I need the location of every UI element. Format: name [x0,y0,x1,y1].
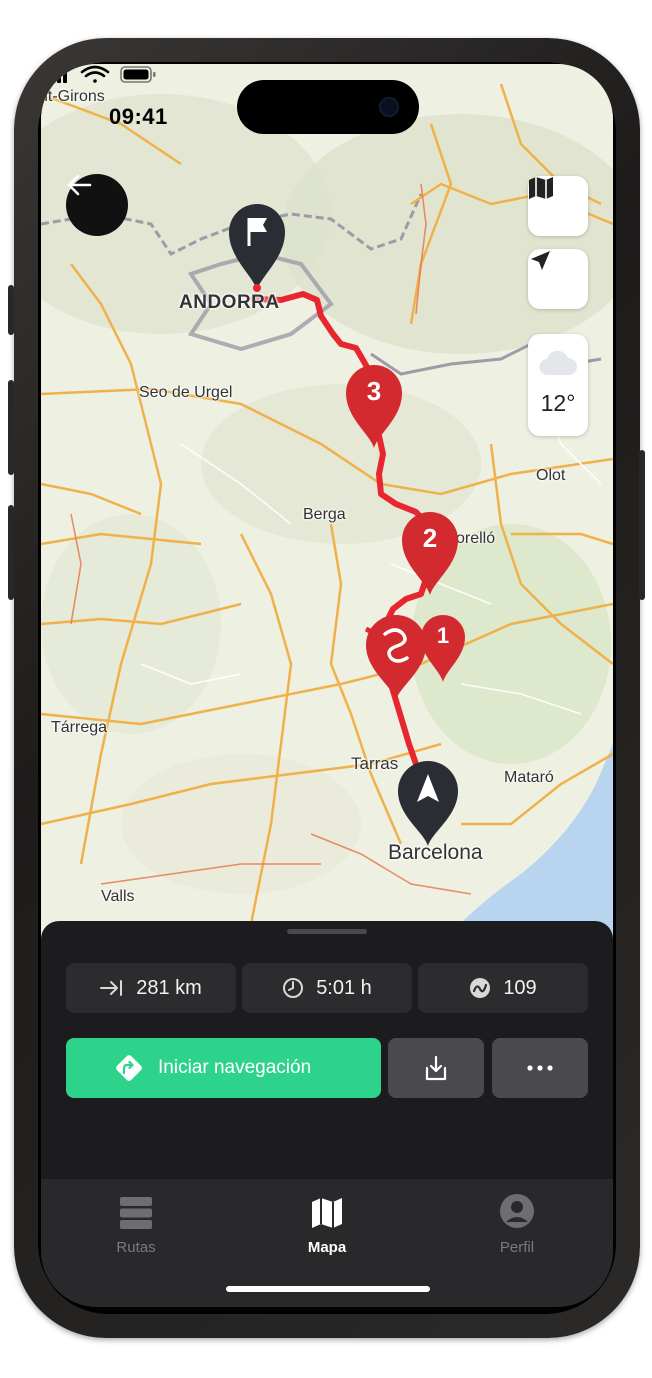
dynamic-island [237,80,419,134]
tab-perfil[interactable]: Perfil [457,1189,577,1256]
waypoint-marker-2[interactable]: 2 [399,509,461,597]
recenter-location-button[interactable] [528,249,588,309]
map-label-valls: Valls [101,888,135,905]
waypoint-marker-3[interactable]: 3 [343,362,405,450]
curvy-section-marker[interactable] [363,612,429,702]
sheet-grabber[interactable] [287,929,367,934]
map-label-andorra: ANDORRA [179,292,280,313]
clock-icon [283,978,304,998]
app-screen: nt-Girons ANDORRA Seo de Urgel Olot Berg… [41,64,613,1307]
map-icon [529,177,553,199]
cloud-icon [539,350,578,376]
status-icons [45,65,156,83]
location-arrow-icon [531,251,550,270]
map-label-tarrega: Tárrega [51,719,108,736]
map-view[interactable]: nt-Girons ANDORRA Seo de Urgel Olot Berg… [41,64,613,944]
power-button [639,450,645,600]
volume-up-button [8,380,14,475]
routes-list-icon [120,1197,152,1229]
battery-icon [120,66,156,83]
distance-icon [100,980,123,996]
map-label-tarrasa: Tarras [351,754,399,773]
stat-distance-value: 281 km [136,976,202,999]
tab-rutas[interactable]: Rutas [76,1189,196,1256]
curvy-road-icon [366,615,426,700]
tab-rutas-label: Rutas [116,1239,156,1256]
more-icon [527,1065,553,1071]
map-label-mataro: Mataró [504,769,554,786]
download-button[interactable] [388,1038,484,1098]
stat-curviness-value: 109 [503,976,537,999]
stat-duration: 5:01 h [242,963,412,1013]
cellular-signal-icon [45,66,67,83]
stat-distance: 281 km [66,963,236,1013]
home-indicator[interactable] [226,1286,430,1292]
map-label-torello: orelló [456,530,496,547]
destination-marker[interactable] [225,200,289,292]
directions-icon [116,1055,142,1081]
waypoint-number-3: 3 [366,376,382,406]
tab-mapa-label: Mapa [307,1239,347,1256]
navigation-arrow-icon [398,761,458,846]
start-location-marker[interactable] [395,758,461,848]
destination-pin-icon [229,204,285,292]
profile-avatar-icon [500,1194,534,1228]
volume-down-button [8,505,14,600]
tab-mapa[interactable]: Mapa [267,1189,387,1256]
weather-temperature: 12° [540,390,576,416]
curviness-icon [470,978,491,998]
weather-widget[interactable]: 12° [528,334,588,436]
more-options-button[interactable] [492,1038,588,1098]
map-icon [312,1198,342,1228]
front-camera [379,97,399,117]
status-bar-time: 09:41 [109,104,168,129]
tab-bar: Rutas Mapa Perfil [41,1179,613,1307]
map-layers-button[interactable] [528,176,588,236]
map-label-seo-de-urgel: Seo de Urgel [139,384,233,401]
arrow-left-icon [67,174,92,196]
back-button[interactable] [66,174,128,236]
map-label-saint-girons: nt-Girons [41,88,105,105]
download-icon [425,1055,447,1081]
wifi-icon [80,65,110,83]
start-navigation-label: Iniciar navegación [158,1057,312,1078]
map-label-berga: Berga [303,506,346,523]
map-label-olot: Olot [536,467,566,484]
start-navigation-button[interactable]: Iniciar navegación [66,1038,381,1098]
action-button [8,285,14,335]
waypoint-number-2: 2 [422,523,438,553]
stat-duration-value: 5:01 h [316,976,372,999]
tab-perfil-label: Perfil [499,1239,535,1256]
stat-curviness: 109 [418,963,588,1013]
